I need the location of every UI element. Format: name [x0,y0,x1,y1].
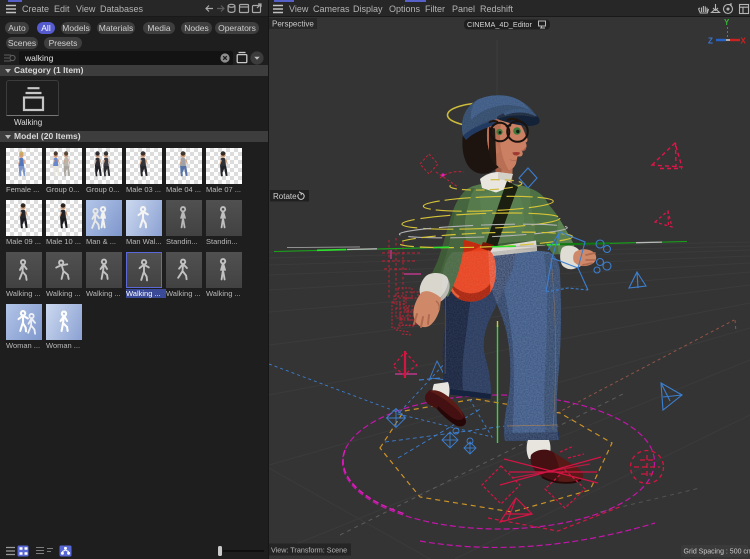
svg-text:Z: Z [708,37,713,46]
svg-text:Rotate: Rotate [273,192,297,201]
svg-text:CINEMA_4D_Editor: CINEMA_4D_Editor [467,20,532,29]
svg-text:Grid Spacing : 500 cm: Grid Spacing : 500 cm [684,549,750,556]
svg-text:Perspective: Perspective [272,20,314,29]
svg-text:X: X [741,37,747,46]
svg-text:View: Transform: Scene: View: Transform: Scene [271,546,347,555]
svg-text:Y: Y [724,18,730,27]
